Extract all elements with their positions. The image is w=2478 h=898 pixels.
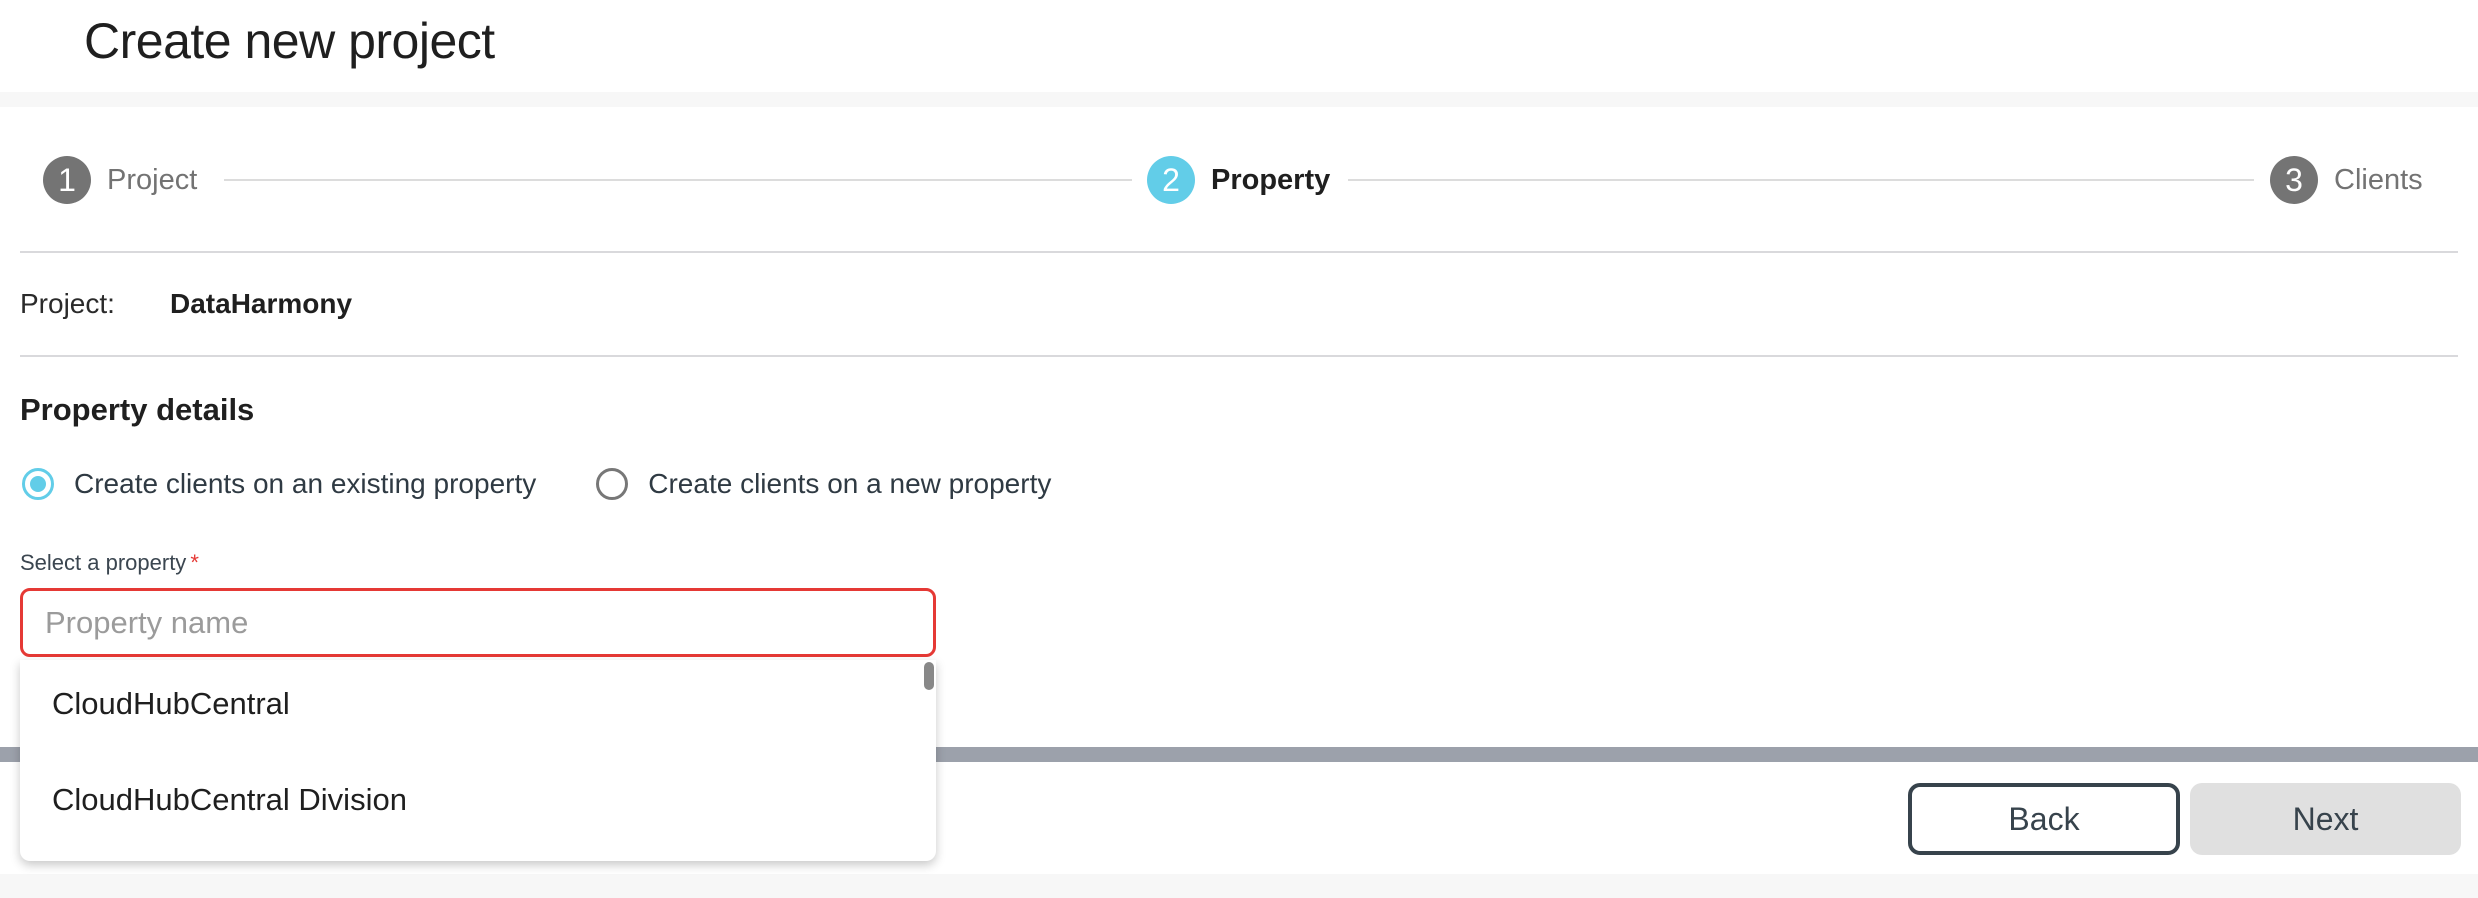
step-label-property: Property: [1211, 163, 1331, 196]
property-search-field[interactable]: [20, 588, 936, 657]
bottom-band: [0, 874, 2478, 898]
property-dropdown-list: CloudHubCentral CloudHubCentral Division: [20, 660, 936, 861]
step-clients[interactable]: 3 Clients: [2270, 155, 2423, 205]
back-button[interactable]: Back: [1908, 783, 2180, 855]
dropdown-option[interactable]: CloudHubCentral: [52, 686, 290, 722]
header-separator: [0, 92, 2478, 107]
project-name: DataHarmony: [170, 288, 353, 319]
required-marker: *: [190, 550, 199, 575]
property-mode-radio-group: Create clients on an existing property C…: [22, 468, 1111, 500]
section-title: Property details: [20, 392, 255, 427]
dropdown-option[interactable]: CloudHubCentral Division: [52, 782, 407, 818]
stepper: 1 Project 2 Property 3 Clients: [0, 155, 2478, 205]
radio-new-property[interactable]: Create clients on a new property: [596, 468, 1051, 500]
step-number-3: 3: [2270, 156, 2318, 204]
divider: [20, 251, 2458, 253]
radio-label: Create clients on an existing property: [74, 468, 537, 499]
dropdown-scrollbar[interactable]: [924, 662, 934, 690]
step-connector: [1348, 179, 2254, 181]
step-number-1: 1: [43, 156, 91, 204]
radio-label: Create clients on a new property: [648, 468, 1052, 499]
step-label-project: Project: [107, 163, 198, 196]
step-label-clients: Clients: [2334, 163, 2423, 196]
page-header: Create new project: [0, 0, 2478, 92]
radio-checked-icon[interactable]: [22, 468, 54, 500]
radio-unchecked-icon[interactable]: [596, 468, 629, 500]
step-project[interactable]: 1 Project: [43, 155, 197, 205]
divider: [20, 355, 2458, 357]
step-number-2: 2: [1147, 156, 1195, 204]
step-property[interactable]: 2 Property: [1147, 155, 1330, 205]
field-label-text: Select a property: [20, 550, 187, 575]
radio-existing-property[interactable]: Create clients on an existing property: [22, 468, 536, 500]
project-label: Project:: [20, 288, 115, 319]
page-title: Create new project: [84, 13, 495, 69]
project-summary: Project: DataHarmony: [20, 288, 352, 320]
step-connector: [224, 179, 1132, 181]
select-property-label: Select a property *: [20, 550, 199, 576]
next-button[interactable]: Next: [2190, 783, 2461, 855]
property-name-input[interactable]: [23, 591, 933, 654]
